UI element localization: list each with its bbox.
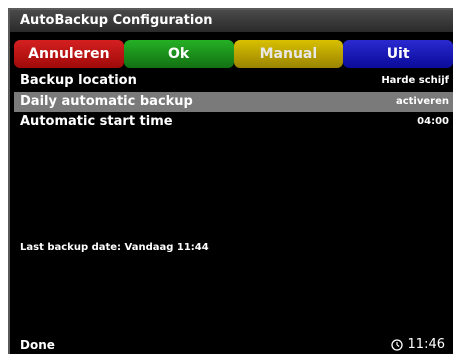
off-button[interactable]: Uit: [343, 40, 453, 68]
setting-backup-location[interactable]: Backup location Harde schijf: [14, 71, 453, 91]
color-button-bar: Annuleren Ok Manual Uit: [14, 40, 453, 68]
setting-daily-automatic-backup[interactable]: Daily automatic backup activeren: [14, 92, 453, 112]
setting-automatic-start-time[interactable]: Automatic start time 04:00: [14, 112, 453, 132]
window-title: AutoBackup Configuration: [10, 10, 453, 32]
ok-button[interactable]: Ok: [123, 40, 234, 68]
setting-value: 04:00: [417, 116, 449, 127]
last-backup-date: Last backup date: Vandaag 11:44: [20, 242, 209, 253]
setting-value: Harde schijf: [381, 75, 449, 86]
setting-label: Backup location: [20, 73, 137, 88]
setting-label: Automatic start time: [20, 114, 173, 129]
clock-time: 11:46: [407, 337, 445, 352]
setting-label: Daily automatic backup: [20, 94, 193, 109]
setting-value: activeren: [395, 96, 449, 107]
clock: 11:46: [390, 337, 445, 352]
cancel-button[interactable]: Annuleren: [14, 40, 124, 68]
clock-icon: [390, 338, 403, 351]
manual-button[interactable]: Manual: [233, 40, 344, 68]
status-text: Done: [20, 338, 55, 352]
screen: AutoBackup Configuration Annuleren Ok Ma…: [8, 8, 453, 354]
